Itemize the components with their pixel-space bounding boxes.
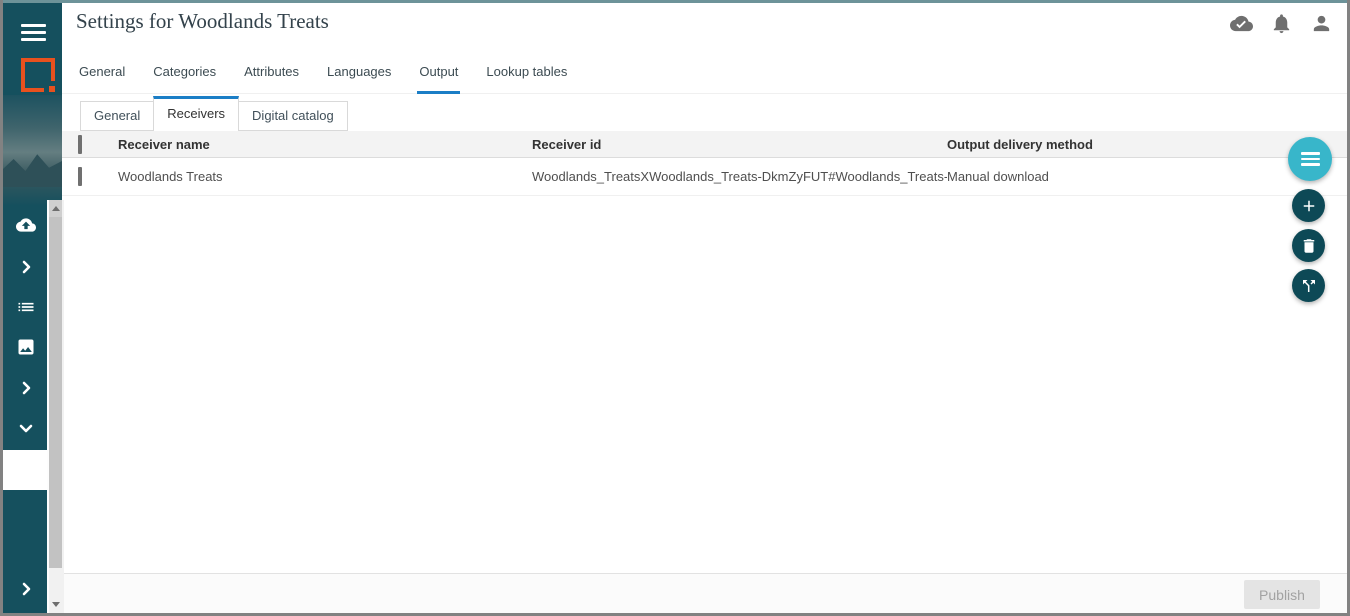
page-title: Settings for Woodlands Treats — [76, 9, 329, 34]
menu-icon[interactable] — [21, 24, 46, 43]
chevron-right-icon[interactable] — [15, 578, 37, 600]
sidebar — [3, 3, 62, 613]
receiver-id-cell: Woodlands_TreatsXWoodlands_Treats-DkmZyF… — [532, 169, 947, 184]
settings-tab-bar: General Categories Attributes Languages … — [62, 50, 1347, 94]
delete-receiver-button[interactable] — [1292, 229, 1325, 262]
tab-general[interactable]: General — [78, 62, 126, 81]
window-border-left — [0, 0, 3, 616]
select-all-checkbox[interactable] — [78, 135, 82, 154]
add-receiver-button[interactable] — [1292, 189, 1325, 222]
header-icons — [1230, 12, 1333, 35]
triangle-down-icon — [52, 602, 60, 607]
plus-icon — [1300, 197, 1318, 215]
notifications-bell-icon[interactable] — [1270, 12, 1293, 35]
subtab-general[interactable]: General — [80, 101, 154, 131]
window-border-top — [0, 0, 1350, 3]
cloud-done-icon[interactable] — [1230, 12, 1253, 35]
subtab-receivers[interactable]: Receivers — [153, 96, 239, 131]
tab-categories[interactable]: Categories — [152, 62, 217, 81]
output-subtab-bar: General Receivers Digital catalog — [62, 96, 1347, 131]
chevron-right-icon[interactable] — [15, 377, 37, 399]
footer-bar: Publish — [62, 573, 1347, 613]
publish-button[interactable]: Publish — [1244, 580, 1320, 609]
subtab-digital-catalog[interactable]: Digital catalog — [238, 101, 348, 131]
tab-attributes[interactable]: Attributes — [243, 62, 300, 81]
chevron-down-icon[interactable] — [15, 417, 37, 439]
tab-languages[interactable]: Languages — [326, 62, 392, 81]
scrollbar-thumb[interactable] — [49, 217, 62, 568]
triangle-up-icon — [52, 206, 60, 211]
upload-cloud-icon[interactable] — [15, 214, 37, 236]
account-person-icon[interactable] — [1310, 12, 1333, 35]
chevron-right-icon[interactable] — [15, 256, 37, 278]
column-header-receiver-id: Receiver id — [532, 137, 947, 152]
split-mappings-button[interactable] — [1292, 269, 1325, 302]
column-header-receiver-name: Receiver name — [118, 137, 532, 152]
scrollbar-up-button[interactable] — [49, 200, 62, 217]
image-icon[interactable] — [15, 336, 37, 358]
tab-output[interactable]: Output — [418, 62, 459, 81]
receivers-table-header: Receiver name Receiver id Output deliver… — [62, 131, 1347, 158]
logo-dot — [49, 86, 55, 92]
inriver-logo — [21, 58, 55, 92]
sidebar-background-image — [3, 95, 62, 205]
tab-lookup-tables[interactable]: Lookup tables — [485, 62, 568, 81]
fab-actions-menu-button[interactable] — [1288, 137, 1332, 181]
app-window: Settings for Woodlands Treats General Ca… — [0, 0, 1350, 616]
list-icon[interactable] — [15, 296, 37, 318]
table-row[interactable]: Woodlands Treats Woodlands_TreatsXWoodla… — [62, 158, 1347, 196]
column-header-output-delivery-method: Output delivery method — [947, 137, 1347, 152]
scrollbar-down-button[interactable] — [49, 596, 62, 613]
mountain-silhouette — [3, 147, 62, 187]
receiver-name-cell: Woodlands Treats — [118, 169, 532, 184]
row-checkbox[interactable] — [78, 167, 82, 186]
trash-icon — [1300, 237, 1318, 255]
sidebar-scrollbar[interactable] — [47, 200, 64, 613]
split-arrows-icon — [1300, 277, 1318, 295]
output-delivery-method-cell: Manual download — [947, 169, 1347, 184]
menu-icon — [1301, 149, 1320, 169]
sidebar-item-blank — [3, 450, 48, 490]
